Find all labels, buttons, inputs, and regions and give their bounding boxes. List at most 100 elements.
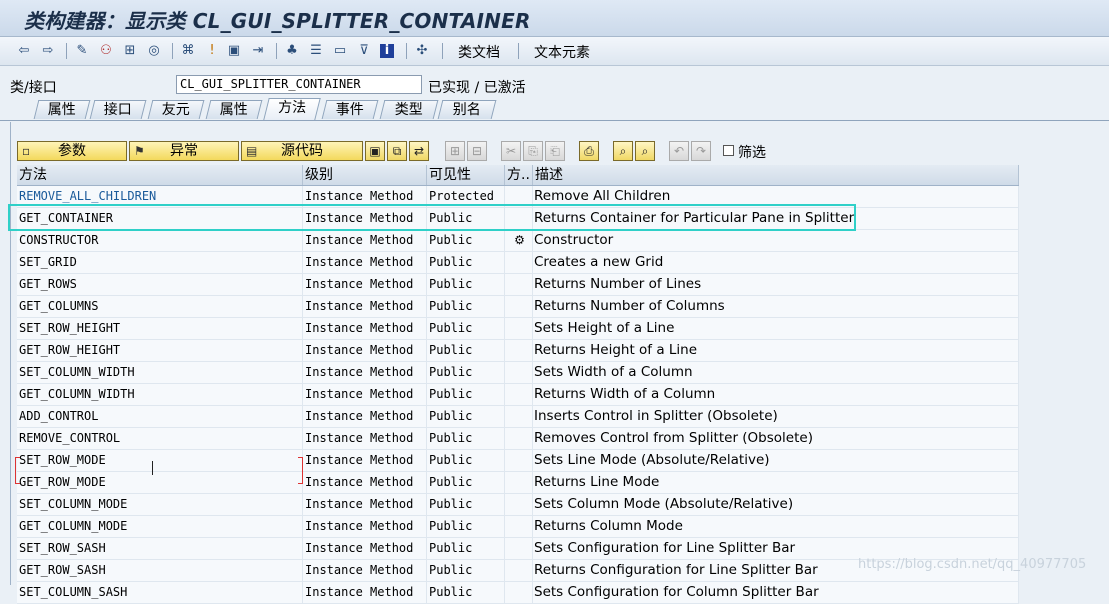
visibility-cell[interactable]: Public — [427, 252, 505, 273]
description-cell[interactable]: Sets Line Mode (Absolute/Relative) — [533, 450, 1019, 471]
method-name-cell[interactable]: GET_COLUMNS — [17, 296, 303, 317]
description-cell[interactable]: Creates a new Grid — [533, 252, 1019, 273]
visibility-cell[interactable]: Public — [427, 516, 505, 537]
method-name-cell[interactable]: SET_COLUMN_SASH — [17, 582, 303, 603]
description-cell[interactable]: Returns Line Mode — [533, 472, 1019, 493]
level-cell[interactable]: Instance Method — [303, 362, 427, 383]
table-row[interactable]: SET_COLUMN_SASH Instance Method Public Sets… — [17, 582, 1019, 604]
method-type-cell[interactable] — [505, 450, 533, 471]
method-name-cell[interactable]: SET_ROW_HEIGHT — [17, 318, 303, 339]
navigate-icon[interactable]: ⇥ — [250, 42, 266, 60]
text-elements-button[interactable]: 文本元素 — [534, 42, 590, 62]
method-name-cell[interactable]: ADD_CONTROL — [17, 406, 303, 427]
paste-icon[interactable]: ⎗ — [545, 141, 565, 161]
level-cell[interactable]: Instance Method — [303, 384, 427, 405]
col-header-type[interactable]: 方.. — [505, 165, 533, 185]
description-cell[interactable]: Sets Configuration for Line Splitter Bar — [533, 538, 1019, 559]
switch-icon[interactable]: ⚇ — [98, 42, 114, 60]
visibility-cell[interactable]: Public — [427, 538, 505, 559]
visibility-cell[interactable]: Public — [427, 340, 505, 361]
visibility-cell[interactable]: Public — [427, 274, 505, 295]
description-cell[interactable]: Removes Control from Splitter (Obsolete) — [533, 428, 1019, 449]
table-row[interactable]: GET_COLUMN_MODE Instance Method Public Retu… — [17, 516, 1019, 538]
navigate-icon[interactable]: ⇄ — [409, 141, 429, 161]
visibility-cell[interactable]: Public — [427, 560, 505, 581]
method-type-cell[interactable] — [505, 252, 533, 273]
tab-friends[interactable]: 友元 — [147, 100, 205, 119]
method-type-cell[interactable] — [505, 318, 533, 339]
method-type-cell[interactable] — [505, 538, 533, 559]
info-icon[interactable]: i — [380, 42, 394, 60]
method-type-cell[interactable] — [505, 208, 533, 229]
table-row[interactable]: GET_COLUMNS Instance Method Public Returns … — [17, 296, 1019, 318]
level-cell[interactable]: Instance Method — [303, 516, 427, 537]
cut-icon[interactable]: ✂ — [501, 141, 521, 161]
method-name-cell[interactable]: GET_ROWS — [17, 274, 303, 295]
method-type-cell[interactable] — [505, 494, 533, 515]
back-icon[interactable]: ⇦ — [16, 42, 32, 60]
level-cell[interactable]: Instance Method — [303, 274, 427, 295]
visibility-cell[interactable]: Public — [427, 296, 505, 317]
method-type-cell[interactable] — [505, 406, 533, 427]
undo-icon[interactable]: ↶ — [669, 141, 689, 161]
find-next-icon[interactable]: ⌕ — [635, 141, 655, 161]
level-cell[interactable]: Instance Method — [303, 538, 427, 559]
description-cell[interactable]: Inserts Control in Splitter (Obsolete) — [533, 406, 1019, 427]
delete-row-icon[interactable]: ⊟ — [467, 141, 487, 161]
table-row[interactable]: GET_COLUMN_WIDTH Instance Method Public Ret… — [17, 384, 1019, 406]
method-name-cell[interactable]: GET_CONTAINER — [17, 208, 303, 229]
method-name-cell[interactable]: REMOVE_ALL_CHILDREN — [17, 186, 303, 207]
find-icon[interactable]: ⌕ — [613, 141, 633, 161]
col-header-description[interactable]: 描述 — [533, 165, 1019, 185]
method-type-cell[interactable] — [505, 340, 533, 361]
level-cell[interactable]: Instance Method — [303, 340, 427, 361]
description-cell[interactable]: Returns Column Mode — [533, 516, 1019, 537]
table-row[interactable]: GET_CONTAINER Instance Method Public Return… — [17, 208, 1019, 230]
method-name-cell[interactable]: SET_COLUMN_MODE — [17, 494, 303, 515]
method-name-cell[interactable]: REMOVE_CONTROL — [17, 428, 303, 449]
level-cell[interactable]: Instance Method — [303, 252, 427, 273]
table-row[interactable]: SET_ROW_MODE Instance Method Public Sets Li… — [17, 450, 1019, 472]
visibility-cell[interactable]: Public — [427, 582, 505, 603]
tab-aliases[interactable]: 别名 — [437, 100, 497, 119]
table-row[interactable]: GET_ROW_HEIGHT Instance Method Public Retur… — [17, 340, 1019, 362]
description-cell[interactable]: Returns Height of a Line — [533, 340, 1019, 361]
method-type-cell[interactable] — [505, 274, 533, 295]
display-icon[interactable]: ▣ — [226, 42, 242, 60]
hierarchy-icon[interactable]: ⌘ — [180, 42, 196, 60]
method-type-cell[interactable] — [505, 296, 533, 317]
method-type-cell[interactable] — [505, 582, 533, 603]
print-icon[interactable]: ⎙ — [579, 141, 599, 161]
method-type-cell[interactable] — [505, 560, 533, 581]
table-row[interactable]: SET_COLUMN_MODE Instance Method Public Sets… — [17, 494, 1019, 516]
tab-interfaces[interactable]: 接口 — [89, 100, 147, 119]
level-cell[interactable]: Instance Method — [303, 230, 427, 251]
method-name-cell[interactable]: GET_ROW_HEIGHT — [17, 340, 303, 361]
level-cell[interactable]: Instance Method — [303, 406, 427, 427]
table-row[interactable]: SET_ROW_HEIGHT Instance Method Public Sets … — [17, 318, 1019, 340]
activate-icon[interactable]: ǃ — [204, 42, 220, 60]
where-used-icon[interactable]: ◎ — [146, 42, 162, 60]
filter-checkbox[interactable] — [723, 145, 734, 156]
level-cell[interactable]: Instance Method — [303, 582, 427, 603]
level-cell[interactable]: Instance Method — [303, 472, 427, 493]
detail-icon[interactable]: ▣ — [365, 141, 385, 161]
method-name-cell[interactable]: SET_COLUMN_WIDTH — [17, 362, 303, 383]
table-row[interactable]: ADD_CONTROL Instance Method Public Inserts … — [17, 406, 1019, 428]
method-type-cell[interactable]: ⚙ — [505, 230, 533, 251]
level-cell[interactable]: Instance Method — [303, 186, 427, 207]
window-icon[interactable]: ▭ — [332, 42, 348, 60]
tab-types[interactable]: 类型 — [379, 100, 439, 119]
table-row[interactable]: GET_ROW_MODE Instance Method Public Returns… — [17, 472, 1019, 494]
object-icon[interactable]: ⊞ — [122, 42, 138, 60]
description-cell[interactable]: Constructor — [533, 230, 1019, 251]
class-doc-button[interactable]: 类文档 — [458, 42, 500, 62]
filter-icon[interactable]: ⊽ — [356, 42, 372, 60]
tab-properties[interactable]: 属性 — [205, 100, 263, 119]
tab-events[interactable]: 事件 — [321, 100, 379, 119]
table-row[interactable]: REMOVE_CONTROL Instance Method Public Remov… — [17, 428, 1019, 450]
level-cell[interactable]: Instance Method — [303, 208, 427, 229]
description-cell[interactable]: Returns Container for Particular Pane in… — [533, 208, 1019, 229]
visibility-cell[interactable]: Public — [427, 450, 505, 471]
visibility-cell[interactable]: Public — [427, 384, 505, 405]
